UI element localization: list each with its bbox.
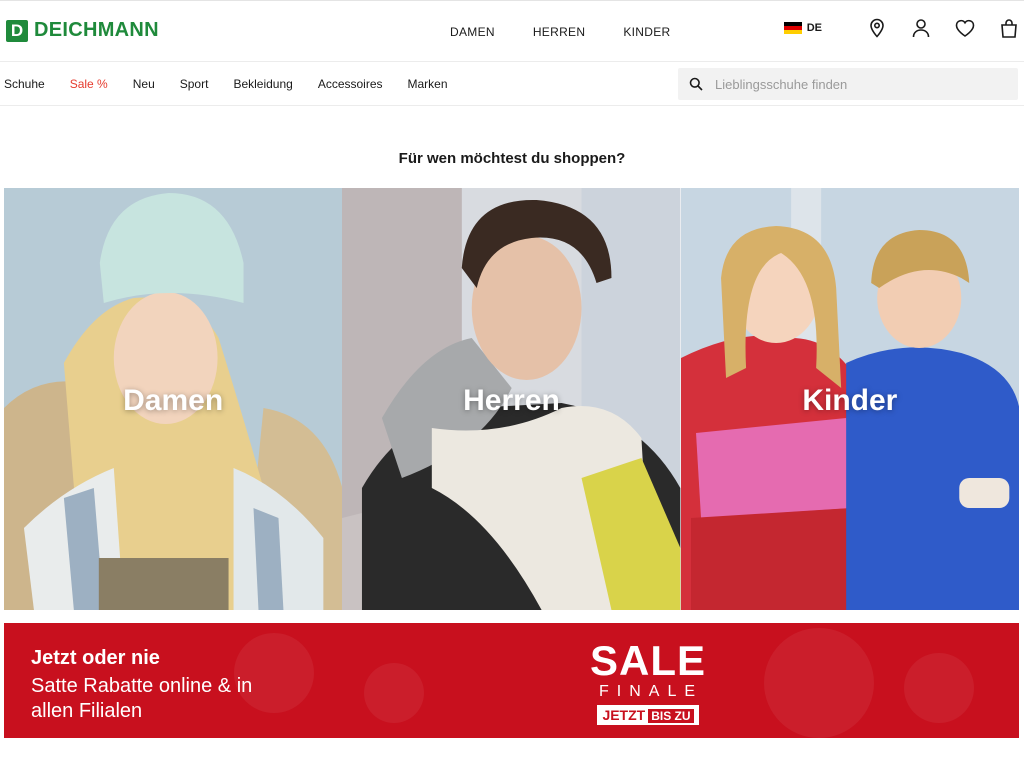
logo-wordmark: DEICHMANN: [34, 19, 159, 41]
search-input[interactable]: [713, 75, 1007, 93]
language-code: DE: [806, 22, 822, 34]
bis-zu-text: BIS ZU: [648, 709, 694, 723]
category-neu[interactable]: Neu: [133, 77, 155, 91]
category-sale[interactable]: Sale %: [70, 77, 108, 91]
logo-mark: D: [6, 19, 28, 42]
shopping-bag-icon[interactable]: [998, 17, 1020, 39]
nav-kinder[interactable]: KINDER: [623, 25, 670, 39]
banner-subline: Satte Rabatte online & in allen Filialen: [31, 675, 253, 722]
heart-icon[interactable]: [954, 17, 976, 39]
tile-herren[interactable]: Herren: [342, 188, 681, 610]
finale-word: FINALE: [599, 683, 704, 700]
sale-banner[interactable]: Jetzt oder nie Satte Rabatte online & in…: [4, 623, 1019, 738]
banner-decoration: [764, 628, 874, 738]
german-flag-icon: [783, 22, 802, 34]
banner-text: Jetzt oder nie Satte Rabatte online & in…: [31, 647, 291, 724]
tile-damen[interactable]: Damen: [4, 188, 343, 610]
tile-label-herren: Herren: [463, 384, 560, 417]
top-header: D DEICHMANN DAMEN HERREN KINDER DE: [0, 0, 1024, 62]
jetzt-text: JETZT: [602, 707, 646, 723]
category-sport[interactable]: Sport: [180, 77, 209, 91]
banner-decoration: [364, 663, 424, 723]
category-schuhe[interactable]: Schuhe: [4, 77, 45, 91]
sale-finale-logo: SALE FINALE JETZT BIS ZU: [590, 637, 707, 725]
category-nav: Schuhe Sale % Neu Sport Bekleidung Acces…: [4, 77, 448, 91]
audience-tiles: Damen Herren Kinder: [4, 188, 1019, 610]
search-icon: [689, 77, 703, 91]
tile-kinder[interactable]: Kinder: [680, 188, 1019, 610]
nav-damen[interactable]: DAMEN: [450, 25, 495, 39]
search-box[interactable]: [678, 68, 1018, 100]
tile-label-kinder: Kinder: [802, 384, 898, 417]
gender-nav: DAMEN HERREN KINDER: [450, 25, 670, 39]
jetzt-badge: JETZT BIS ZU: [597, 705, 699, 725]
location-pin-icon[interactable]: [866, 17, 888, 39]
language-selector[interactable]: DE: [783, 22, 822, 34]
page-heading: Für wen möchtest du shoppen?: [398, 150, 626, 167]
nav-herren[interactable]: HERREN: [533, 25, 585, 39]
user-icon[interactable]: [910, 17, 932, 39]
banner-headline: Jetzt oder nie: [31, 647, 160, 669]
category-bekleidung[interactable]: Bekleidung: [233, 77, 292, 91]
category-accessoires[interactable]: Accessoires: [318, 77, 383, 91]
category-marken[interactable]: Marken: [408, 77, 448, 91]
header-actions: DE: [783, 17, 1020, 39]
deichmann-logo[interactable]: D DEICHMANN: [6, 19, 159, 42]
sale-word: SALE: [590, 637, 707, 684]
banner-decoration: [904, 653, 974, 723]
tile-label-damen: Damen: [123, 384, 224, 417]
